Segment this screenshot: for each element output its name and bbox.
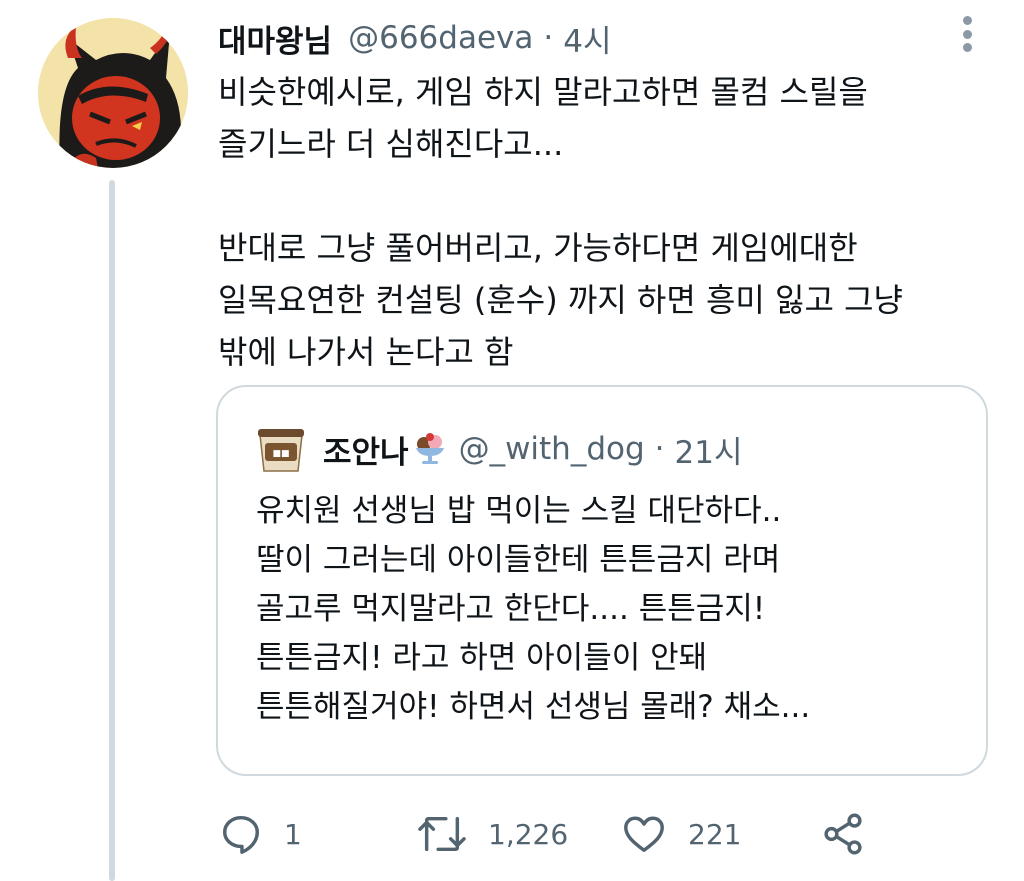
reply-icon: [222, 815, 260, 854]
author-display-name[interactable]: 대마왕님: [218, 16, 332, 61]
reply-count: 1: [284, 817, 302, 851]
tweet-text-line: 비슷한예시로, 게임 하지 말라고하면 몰컴 스릴을: [218, 73, 868, 111]
like-count: 221: [688, 817, 742, 851]
quoted-text-line: 튼튼해질거야! 하면서 선생님 몰래? 채소...: [256, 689, 811, 725]
tweet-text-line: 반대로 그냥 풀어버리고, 가능하다면 게임에대한: [218, 229, 858, 267]
author-avatar[interactable]: [38, 18, 188, 168]
tweet-header: 대마왕님 @666daeva · 4시: [218, 16, 611, 61]
quoted-tweet-text: 유치원 선생님 밥 먹이는 스킬 대단하다.. 딸이 그러는데 아이들한테 튼튼…: [256, 487, 810, 732]
tweet-text-line: 즐기느라 더 심해진다고...: [218, 125, 564, 163]
tweet-text: 비슷한예시로, 게임 하지 말라고하면 몰컴 스릴을 즐기느라 더 심해진다고.…: [218, 66, 1008, 378]
ice-cream-sundae-icon: [413, 432, 447, 466]
like-button[interactable]: 221: [620, 806, 741, 862]
quoted-handle[interactable]: @_with_dog: [459, 431, 645, 467]
heart-icon: [624, 816, 664, 853]
thread-connector-line: [109, 180, 115, 881]
svg-text:■■: ■■: [272, 449, 289, 459]
quoted-text-line: 딸이 그러는데 아이들한테 튼튼금지 라며: [256, 542, 781, 578]
tweet-text-line: 일목요연한 컨설팅 (훈수) 까지 하면 흥미 잃고 그냥: [218, 281, 903, 319]
quoted-timestamp[interactable]: 21시: [675, 427, 743, 472]
separator-dot: ·: [543, 20, 554, 56]
ice-cream-cup-icon: ■■: [258, 429, 304, 472]
tweet-text-line: 밖에 나가서 논다고 함: [218, 333, 514, 371]
more-dot: [962, 43, 972, 52]
more-dot: [962, 29, 972, 39]
retweet-icon: [418, 816, 466, 852]
tweet-action-bar: 1 1,226 221: [218, 806, 878, 862]
retweet-button[interactable]: 1,226: [416, 806, 568, 862]
devil-avatar-icon: [38, 18, 188, 168]
more-dot: [962, 16, 972, 25]
separator-dot: ·: [654, 431, 665, 467]
quoted-author-avatar[interactable]: ■■: [256, 425, 306, 473]
tweet-timestamp[interactable]: 4시: [563, 16, 611, 61]
reply-button[interactable]: 1: [218, 806, 302, 862]
more-options-icon[interactable]: [955, 14, 979, 54]
author-handle[interactable]: @666daeva: [348, 20, 533, 56]
share-button[interactable]: [820, 806, 866, 862]
share-icon: [824, 813, 862, 855]
quoted-display-name[interactable]: 조안나: [323, 427, 409, 472]
quoted-tweet-header: 조안나 @_with_dog · 21시: [323, 427, 742, 471]
quoted-text-line: 골고루 먹지말라고 한단다.... 튼튼금지!: [256, 591, 766, 627]
quoted-text-line: 유치원 선생님 밥 먹이는 스킬 대단하다..: [256, 493, 782, 529]
quoted-tweet-card[interactable]: ■■ 조안나 @_with_dog · 21시 유치원 선생님 밥 먹이는 스킬…: [216, 385, 988, 776]
quoted-text-line: 튼튼금지! 라고 하면 아이들이 안돼: [256, 640, 708, 676]
retweet-count: 1,226: [488, 817, 569, 851]
